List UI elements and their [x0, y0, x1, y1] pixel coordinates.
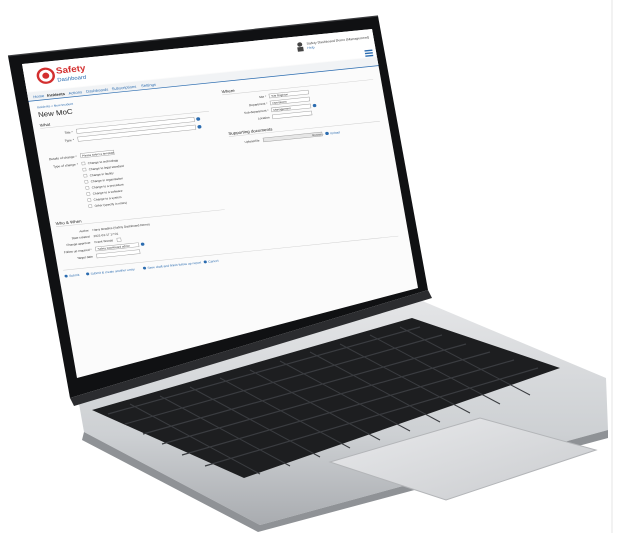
checkbox[interactable] — [81, 161, 86, 166]
hamburger-menu-icon[interactable] — [364, 49, 374, 57]
approver-checkbox[interactable] — [116, 237, 122, 242]
checkbox[interactable] — [88, 204, 93, 208]
checkbox[interactable] — [86, 192, 91, 196]
checkbox[interactable] — [82, 167, 87, 172]
user-help-link[interactable]: Help — [307, 45, 315, 49]
checkbox[interactable] — [83, 173, 88, 178]
checkbox[interactable] — [84, 180, 89, 184]
checkbox[interactable] — [87, 198, 92, 202]
checkbox[interactable] — [85, 186, 90, 190]
laptop-illustration: Safety Dashboard Safety Dashboard Demo (… — [7, 0, 613, 533]
